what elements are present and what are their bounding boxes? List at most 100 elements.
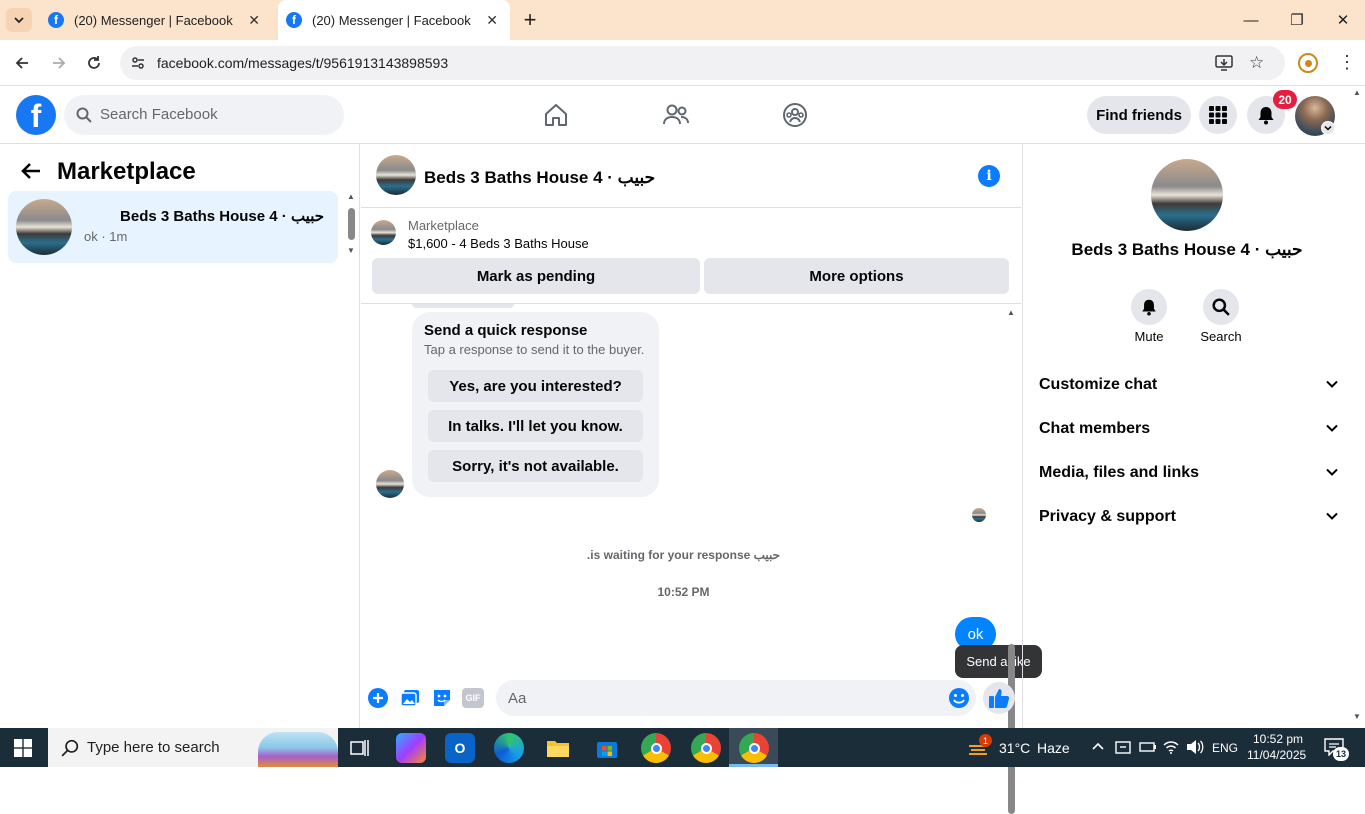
reload-icon[interactable] <box>79 48 109 78</box>
more-actions-plus-icon[interactable] <box>367 687 389 709</box>
clock-date[interactable]: 11/04/2025 <box>1247 748 1306 762</box>
restore-window-icon[interactable]: ❐ <box>1274 0 1320 40</box>
chevron-down-icon <box>1326 424 1338 432</box>
weather-description[interactable]: Haze <box>1037 740 1070 756</box>
profile-icon[interactable] <box>1298 53 1318 73</box>
thumbs-up-icon <box>989 689 1010 708</box>
sidebar-scrollbar[interactable]: ▲ ▼ <box>347 192 357 258</box>
chat-title[interactable]: Beds 3 Baths House 4 · حبيب <box>424 168 655 188</box>
details-avatar[interactable] <box>1151 159 1223 231</box>
media-files-links-section[interactable]: Media, files and links <box>1039 458 1339 488</box>
send-like-button[interactable] <box>983 682 1015 714</box>
chrome-icon <box>739 733 769 763</box>
sender-avatar <box>376 470 404 498</box>
quick-response-option[interactable]: In talks. I'll let you know. <box>428 410 643 442</box>
marketplace-label: Marketplace <box>408 218 479 233</box>
copilot-icon[interactable] <box>396 733 426 763</box>
mute-label: Mute <box>1134 329 1164 344</box>
taskbar-search-box[interactable]: Type here to search <box>48 728 338 767</box>
listing-title[interactable]: $1,600 - 4 Beds 3 Baths House <box>408 236 589 251</box>
quick-response-option[interactable]: Yes, are you interested? <box>428 370 643 402</box>
facebook-search-input[interactable]: Search Facebook <box>64 95 344 135</box>
facebook-logo[interactable]: f <box>16 95 56 135</box>
weather-icon[interactable]: 1 <box>967 734 992 758</box>
quick-response-option[interactable]: Sorry, it's not available. <box>428 450 643 482</box>
close-tab-icon[interactable]: ✕ <box>486 12 498 29</box>
chat-scrollbar[interactable]: ▲ <box>1006 308 1018 814</box>
conversation-list-item[interactable]: Beds 3 Baths House 4 · حبيب ok · 1m <box>8 191 338 263</box>
chrome-profile-icon[interactable] <box>691 733 721 763</box>
page-scroll-up-arrow[interactable]: ▲ <box>1353 88 1361 97</box>
mute-button[interactable] <box>1131 289 1167 325</box>
section-label: Customize chat <box>1039 376 1158 393</box>
info-icon[interactable]: i <box>978 165 1000 187</box>
forward-arrow-icon[interactable] <box>44 48 74 78</box>
mark-as-pending-button[interactable]: Mark as pending <box>372 258 700 294</box>
customize-chat-section[interactable]: Customize chat <box>1039 370 1339 400</box>
sticker-icon[interactable] <box>431 687 453 709</box>
back-arrow-icon[interactable] <box>7 48 37 78</box>
site-info-icon[interactable] <box>130 55 146 76</box>
read-receipt-avatar <box>972 508 986 522</box>
menu-grid-button[interactable] <box>1199 96 1237 134</box>
chevron-down-icon <box>1326 512 1338 520</box>
notification-center-icon[interactable]: 13 <box>1324 738 1349 761</box>
task-view-icon[interactable] <box>345 733 375 763</box>
meet-now-icon[interactable] <box>1115 739 1131 760</box>
chevron-down-icon <box>1326 380 1338 388</box>
home-icon[interactable] <box>540 99 572 131</box>
edge-icon[interactable] <box>494 733 524 763</box>
minimize-window-icon[interactable]: — <box>1228 0 1274 40</box>
search-in-conversation-button[interactable] <box>1203 289 1239 325</box>
quick-response-card: Send a quick response Tap a response to … <box>412 312 659 497</box>
find-friends-button[interactable]: Find friends <box>1087 96 1191 134</box>
tab-search-dropdown-icon[interactable] <box>6 8 32 32</box>
browser-menu-icon[interactable]: ⋮ <box>1338 52 1356 73</box>
new-tab-icon[interactable]: + <box>518 7 542 32</box>
weather-alert-badge: 1 <box>979 734 992 747</box>
microsoft-store-icon[interactable] <box>592 733 622 763</box>
chat-members-section[interactable]: Chat members <box>1039 414 1339 444</box>
windows-start-icon[interactable] <box>14 739 32 757</box>
active-app-highlight[interactable] <box>729 728 778 767</box>
groups-icon[interactable] <box>779 99 811 131</box>
attach-image-icon[interactable] <box>399 687 421 709</box>
conversation-details-panel: Beds 3 Baths House 4 · حبيب Mute Search … <box>1022 88 1365 728</box>
chevron-down-icon <box>1326 468 1338 476</box>
url-text: facebook.com/messages/t/9561913143898593 <box>157 55 449 71</box>
conversation-name: Beds 3 Baths House 4 · حبيب <box>120 208 324 225</box>
privacy-support-section[interactable]: Privacy & support <box>1039 502 1339 532</box>
conversation-preview: ok · 1m <box>84 229 128 244</box>
bookmark-star-icon[interactable]: ☆ <box>1249 53 1264 73</box>
back-arrow-icon[interactable] <box>20 162 42 185</box>
more-options-button[interactable]: More options <box>704 258 1009 294</box>
notification-badge: 20 <box>1273 90 1297 109</box>
chrome-icon[interactable] <box>641 733 671 763</box>
gif-icon[interactable]: GIF <box>462 687 484 709</box>
clock-time[interactable]: 10:52 pm <box>1253 732 1303 746</box>
section-label: Media, files and links <box>1039 464 1200 481</box>
install-app-icon[interactable] <box>1215 54 1233 77</box>
account-chevron-icon[interactable] <box>1321 121 1335 135</box>
details-name: Beds 3 Baths House 4 · حبيب <box>1071 240 1303 259</box>
chat-avatar[interactable] <box>376 155 416 195</box>
friends-icon[interactable] <box>660 99 692 131</box>
grid-icon <box>1209 106 1227 124</box>
browser-tab-2-active[interactable]: f (20) Messenger | Facebook ✕ <box>278 0 510 40</box>
outlook-icon[interactable]: O <box>445 733 475 763</box>
close-window-icon[interactable]: ✕ <box>1320 0 1365 40</box>
emoji-icon[interactable] <box>948 687 970 709</box>
file-explorer-icon[interactable] <box>543 733 573 763</box>
volume-icon[interactable] <box>1186 739 1204 760</box>
address-bar[interactable]: facebook.com/messages/t/9561913143898593… <box>120 46 1285 80</box>
close-tab-icon[interactable]: ✕ <box>248 12 260 29</box>
battery-icon[interactable] <box>1139 740 1157 759</box>
page-scroll-down-arrow[interactable]: ▼ <box>1353 712 1361 721</box>
wifi-icon[interactable] <box>1163 739 1179 760</box>
input-language[interactable]: ENG <box>1212 741 1238 755</box>
taskbar-search-placeholder: Type here to search <box>87 739 220 756</box>
browser-tab-1[interactable]: f (20) Messenger | Facebook ✕ <box>40 0 272 40</box>
weather-temperature[interactable]: 31°C <box>999 740 1030 756</box>
message-input[interactable]: Aa <box>496 680 976 716</box>
show-hidden-icons-chevron-icon[interactable] <box>1091 740 1105 759</box>
